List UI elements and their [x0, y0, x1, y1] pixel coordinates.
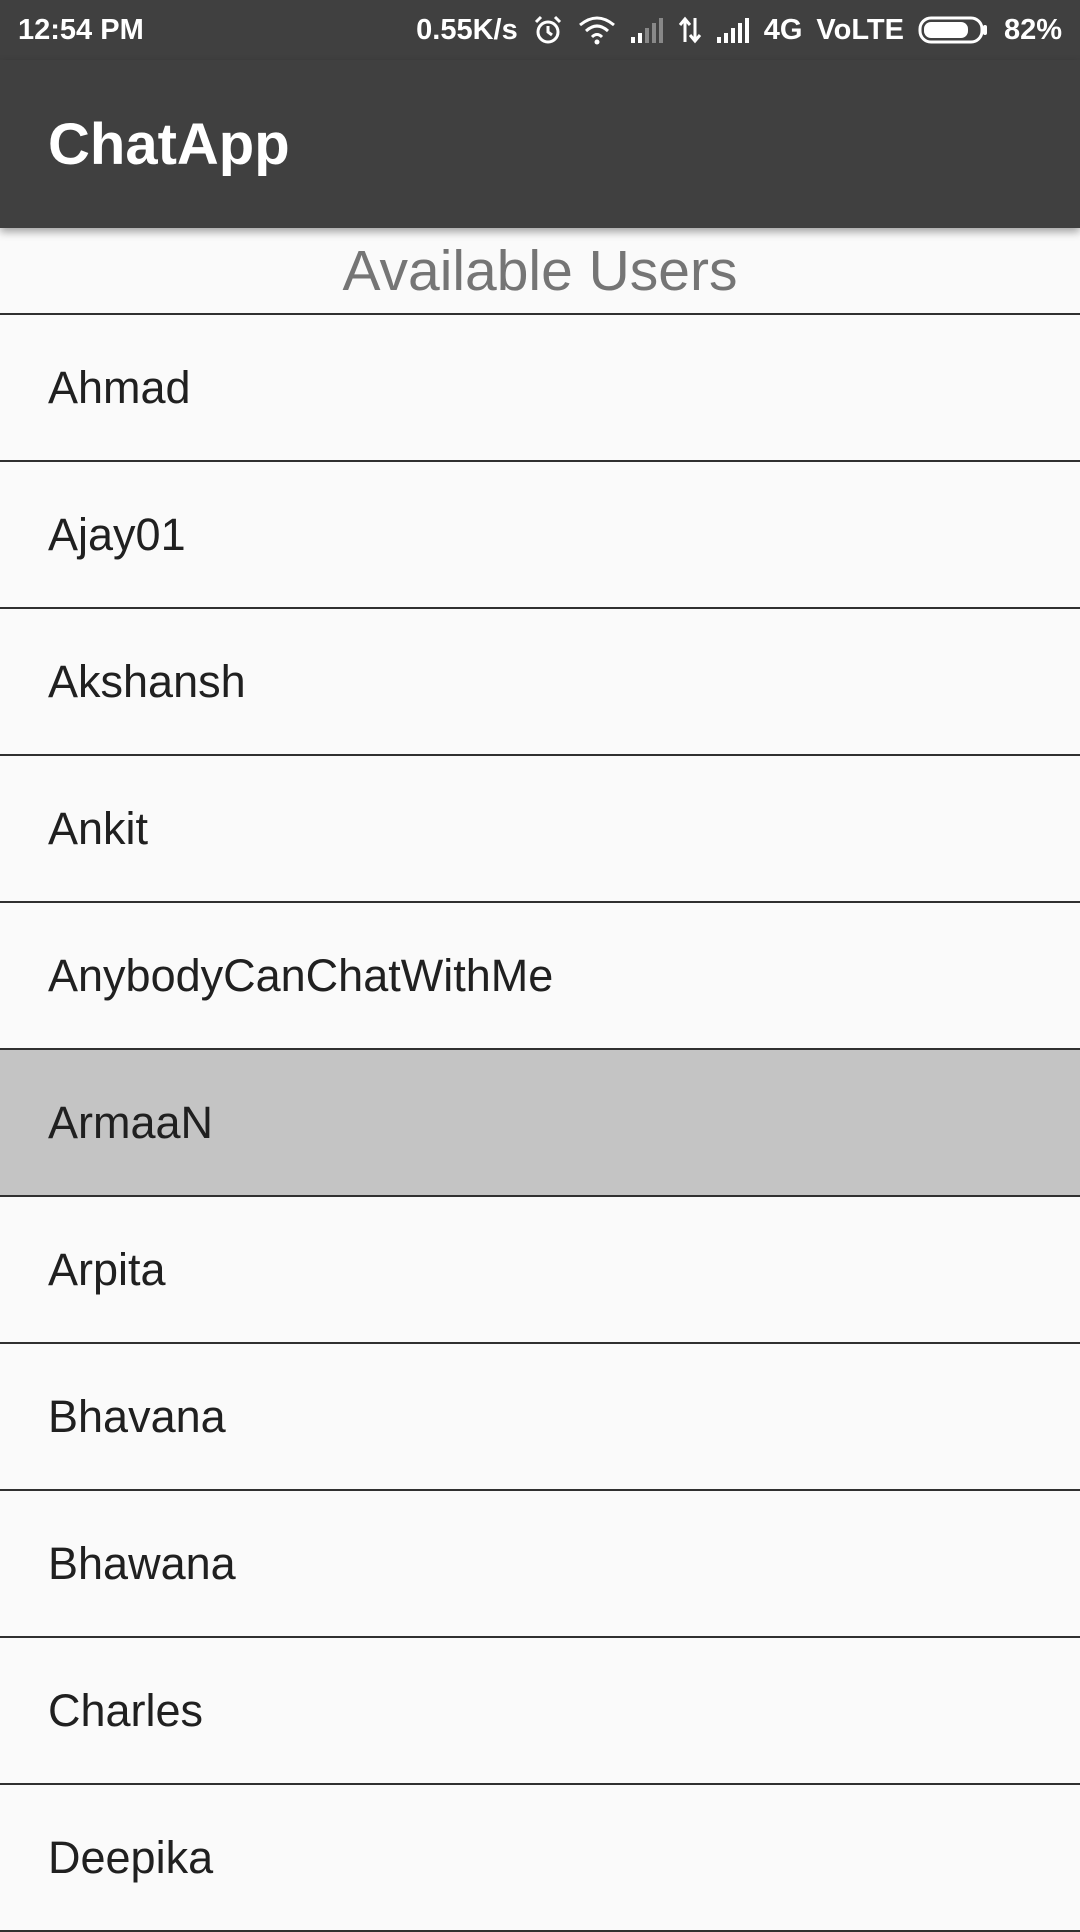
- user-name: Ahmad: [48, 361, 191, 413]
- data-transfer-icon: [678, 16, 702, 44]
- user-list-item[interactable]: Ajay01: [0, 462, 1080, 609]
- user-name: Charles: [48, 1684, 204, 1736]
- app-title: ChatApp: [48, 112, 290, 177]
- app-bar: ChatApp: [0, 60, 1080, 228]
- user-list-item[interactable]: Charles: [0, 1638, 1080, 1785]
- status-bar: 12:54 PM 0.55K/s 4G VoLTE 82%: [0, 0, 1080, 60]
- network-speed: 0.55K/s: [416, 13, 518, 46]
- status-time: 12:54 PM: [18, 13, 144, 46]
- network-type: 4G: [763, 13, 803, 46]
- available-users-header: Available Users: [342, 239, 738, 303]
- user-list-item[interactable]: Akshansh: [0, 609, 1080, 756]
- user-list-item[interactable]: AnybodyCanChatWithMe: [0, 903, 1080, 1050]
- user-name: Deepika: [48, 1831, 214, 1883]
- signal-icon: [630, 17, 664, 43]
- user-list: Ahmad Ajay01 Akshansh Ankit AnybodyCanChatWi…: [0, 313, 1080, 1932]
- user-name: Bhawana: [48, 1537, 236, 1589]
- user-list-item[interactable]: ArmaaN: [0, 1050, 1080, 1197]
- wifi-icon: [578, 15, 616, 45]
- battery-percent: 82%: [1003, 13, 1062, 46]
- signal-icon: [716, 17, 750, 43]
- volte-label: VoLTE: [816, 13, 904, 46]
- user-name: Akshansh: [48, 655, 246, 707]
- user-name: ArmaaN: [48, 1096, 214, 1148]
- user-list-item[interactable]: Ankit: [0, 756, 1080, 903]
- user-name: Arpita: [48, 1243, 166, 1295]
- user-list-item[interactable]: Bhavana: [0, 1344, 1080, 1491]
- user-list-item[interactable]: Ahmad: [0, 315, 1080, 462]
- user-list-item[interactable]: Arpita: [0, 1197, 1080, 1344]
- user-list-item[interactable]: Bhawana: [0, 1491, 1080, 1638]
- user-name: Ankit: [48, 802, 149, 854]
- user-name: Ajay01: [48, 508, 186, 560]
- battery-icon: [918, 15, 990, 45]
- user-list-item[interactable]: Deepika: [0, 1785, 1080, 1932]
- alarm-icon: [532, 14, 564, 46]
- user-name: Bhavana: [48, 1390, 226, 1442]
- user-name: AnybodyCanChatWithMe: [48, 949, 554, 1001]
